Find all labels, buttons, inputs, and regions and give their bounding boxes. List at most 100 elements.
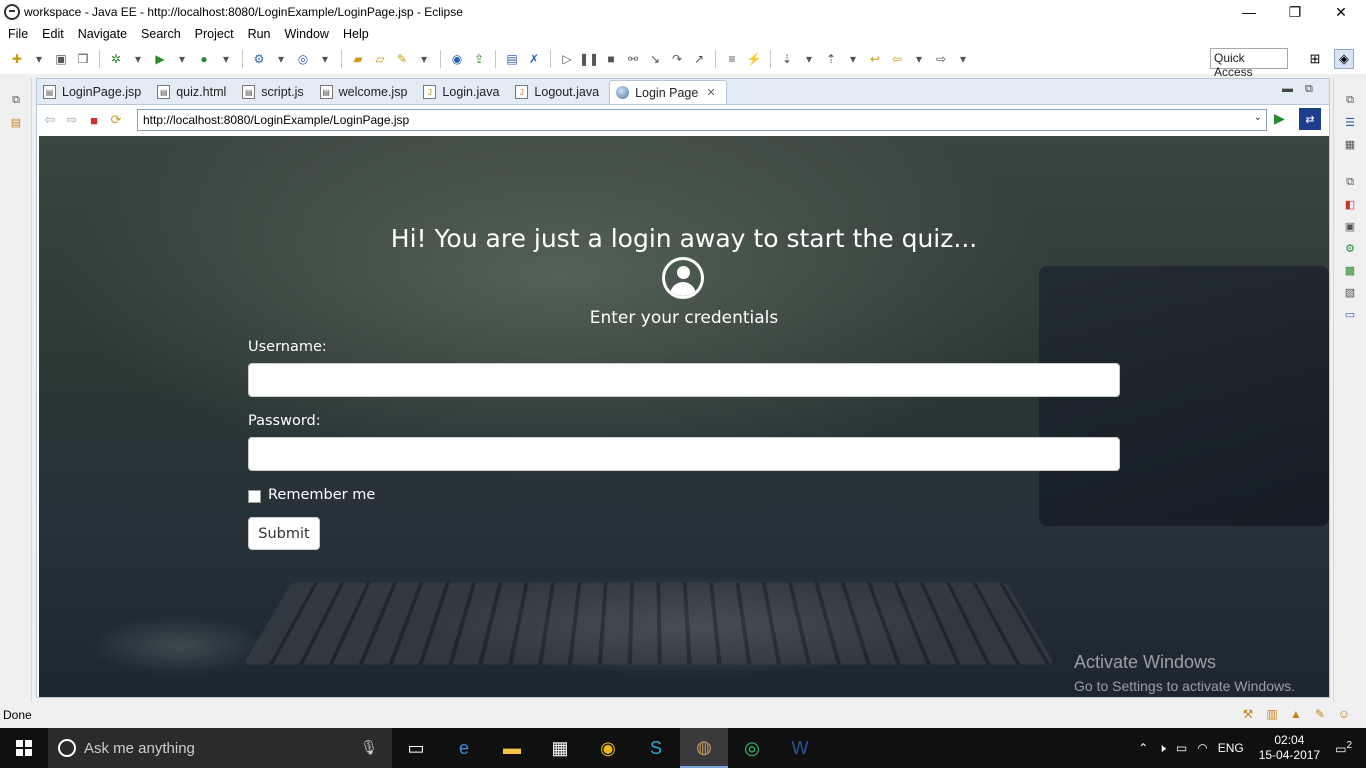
run-icon[interactable]: ▶ xyxy=(152,51,168,67)
stop-icon[interactable]: ■ xyxy=(85,111,103,129)
chrome-icon[interactable]: ◉ xyxy=(584,728,632,768)
step-return-icon[interactable]: ↗ xyxy=(691,51,707,67)
minimize-button[interactable]: — xyxy=(1226,0,1272,24)
step-over-icon[interactable]: ↷ xyxy=(669,51,685,67)
edge-browser-icon[interactable]: e xyxy=(440,728,488,768)
web-browser-icon[interactable]: ◉ xyxy=(449,51,465,67)
submit-button[interactable]: Submit xyxy=(248,517,320,550)
restore-view-icon[interactable]: ⧉ xyxy=(1342,92,1358,108)
wifi-icon[interactable]: ◠ xyxy=(1197,741,1207,755)
dropdown-arrow-icon[interactable]: ▾ xyxy=(174,51,190,67)
close-window-button[interactable]: ✕ xyxy=(1318,0,1364,24)
menu-help[interactable]: Help xyxy=(343,27,369,41)
eclipse-taskbar-icon[interactable]: ◍ xyxy=(680,728,728,768)
go-icon[interactable]: ▶ xyxy=(1274,110,1285,127)
tab-loginpage-jsp[interactable]: ▤ LoginPage.jsp xyxy=(37,80,151,104)
action-center-icon[interactable]: ▭2 xyxy=(1335,740,1352,756)
smiley-icon[interactable]: ☺ xyxy=(1336,706,1352,722)
file-explorer-icon[interactable]: ▬ xyxy=(488,728,536,768)
dropdown-arrow-icon[interactable]: ▾ xyxy=(911,51,927,67)
previous-annotation-icon[interactable]: ⇡ xyxy=(823,51,839,67)
tab-welcome-jsp[interactable]: ▤ welcome.jsp xyxy=(314,80,418,104)
restore-button[interactable]: ❐ xyxy=(1272,0,1318,24)
data-source-icon[interactable]: ▩ xyxy=(1342,262,1358,278)
task-list-icon[interactable]: ▦ xyxy=(1342,136,1358,152)
java-ee-perspective-icon[interactable]: ◈ xyxy=(1334,49,1354,69)
servers-icon[interactable]: ⚙ xyxy=(1342,240,1358,256)
restore-view-icon[interactable]: ⧉ xyxy=(8,92,24,108)
close-tab-icon[interactable]: ✕ xyxy=(706,86,715,99)
deploy-icon[interactable]: ⇪ xyxy=(471,51,487,67)
dropdown-arrow-icon[interactable]: ▾ xyxy=(218,51,234,67)
skip-breakpoints-icon[interactable]: ✗ xyxy=(526,51,542,67)
store-icon[interactable]: ▦ xyxy=(536,728,584,768)
cap-icon[interactable]: ▲ xyxy=(1288,706,1304,722)
url-input[interactable]: http://localhost:8080/LoginExample/Login… xyxy=(137,109,1267,131)
open-perspective-icon[interactable]: ⊞ xyxy=(1305,49,1325,69)
menu-search[interactable]: Search xyxy=(141,27,181,41)
project-explorer-icon[interactable]: ▤ xyxy=(8,114,24,130)
run-external-icon[interactable]: ● xyxy=(196,51,212,67)
username-input[interactable] xyxy=(248,363,1120,397)
dropdown-arrow-icon[interactable]: ▾ xyxy=(845,51,861,67)
tab-login-page[interactable]: Login Page ✕ xyxy=(609,80,726,104)
menu-run[interactable]: Run xyxy=(248,27,271,41)
console-icon[interactable]: ▤ xyxy=(504,51,520,67)
pen-icon[interactable]: ✎ xyxy=(1312,706,1328,722)
url-dropdown-icon[interactable]: ⌄ xyxy=(1254,112,1262,123)
new-class-icon[interactable]: ◎ xyxy=(295,51,311,67)
menu-navigate[interactable]: Navigate xyxy=(78,27,127,41)
tab-login-java[interactable]: J Login.java xyxy=(417,80,509,104)
save-icon[interactable]: ▣ xyxy=(53,51,69,67)
dropdown-arrow-icon[interactable]: ▾ xyxy=(317,51,333,67)
password-input[interactable] xyxy=(248,437,1120,471)
battery-icon[interactable]: ▭ xyxy=(1176,741,1187,755)
new-server-icon[interactable]: ⚙ xyxy=(251,51,267,67)
snippets-icon[interactable]: ▧ xyxy=(1342,284,1358,300)
step-into-icon[interactable]: ↘ xyxy=(647,51,663,67)
terminate-icon[interactable]: ■ xyxy=(603,51,619,67)
dropdown-arrow-icon[interactable]: ▾ xyxy=(955,51,971,67)
suspend-icon[interactable]: ❚❚ xyxy=(581,51,597,67)
quick-access-input[interactable]: Quick Access xyxy=(1210,48,1288,69)
maximize-editor-icon[interactable]: ⧉ xyxy=(1305,83,1313,96)
forward-icon[interactable]: ⇨ xyxy=(933,51,949,67)
clock[interactable]: 02:04 15-04-2017 xyxy=(1259,733,1320,763)
menu-edit[interactable]: Edit xyxy=(42,27,64,41)
menu-project[interactable]: Project xyxy=(195,27,234,41)
restore-view-icon[interactable]: ⧉ xyxy=(1342,174,1358,190)
word-icon[interactable]: W xyxy=(776,728,824,768)
dropdown-arrow-icon[interactable]: ▾ xyxy=(801,51,817,67)
open-folder-icon[interactable]: ▱ xyxy=(372,51,388,67)
new-icon[interactable]: ✚ xyxy=(9,51,25,67)
menu-window[interactable]: Window xyxy=(285,27,329,41)
skype-icon[interactable]: S xyxy=(632,728,680,768)
outline-icon[interactable]: ☰ xyxy=(1342,114,1358,130)
last-edit-icon[interactable]: ↩ xyxy=(867,51,883,67)
debug-icon[interactable]: ✲ xyxy=(108,51,124,67)
tab-quiz-html[interactable]: ▤ quiz.html xyxy=(151,80,236,104)
minimize-editor-icon[interactable]: ▬ xyxy=(1282,83,1293,95)
web-tools-icon[interactable]: ⇄ xyxy=(1299,108,1321,130)
markers-icon[interactable]: ◧ xyxy=(1342,196,1358,212)
forward-arrow-icon[interactable]: ⇨ xyxy=(63,111,81,129)
open-type-icon[interactable]: ▰ xyxy=(350,51,366,67)
tab-script-js[interactable]: ▤ script.js xyxy=(236,80,313,104)
refresh-icon[interactable]: ⟳ xyxy=(107,111,125,129)
task-view-icon[interactable]: ▭ xyxy=(392,728,440,768)
next-annotation-icon[interactable]: ⇣ xyxy=(779,51,795,67)
show-hidden-icons-icon[interactable]: ⌃ xyxy=(1138,741,1148,755)
toggle-mark-icon[interactable]: ⚡ xyxy=(746,51,762,67)
trim-icon[interactable]: ⚒ xyxy=(1240,706,1256,722)
dropdown-arrow-icon[interactable]: ▾ xyxy=(130,51,146,67)
microphone-icon[interactable]: 🎙 xyxy=(360,739,378,756)
whatsapp-icon[interactable]: ◎ xyxy=(728,728,776,768)
dropdown-arrow-icon[interactable]: ▾ xyxy=(273,51,289,67)
menu-file[interactable]: File xyxy=(8,27,28,41)
remember-me-checkbox[interactable] xyxy=(248,490,261,503)
dropdown-arrow-icon[interactable]: ▾ xyxy=(416,51,432,67)
cortana-search-box[interactable]: Ask me anything 🎙 xyxy=(48,728,392,768)
show-whitespace-icon[interactable]: ≡ xyxy=(724,51,740,67)
back-icon[interactable]: ⇦ xyxy=(889,51,905,67)
back-arrow-icon[interactable]: ⇦ xyxy=(41,111,59,129)
